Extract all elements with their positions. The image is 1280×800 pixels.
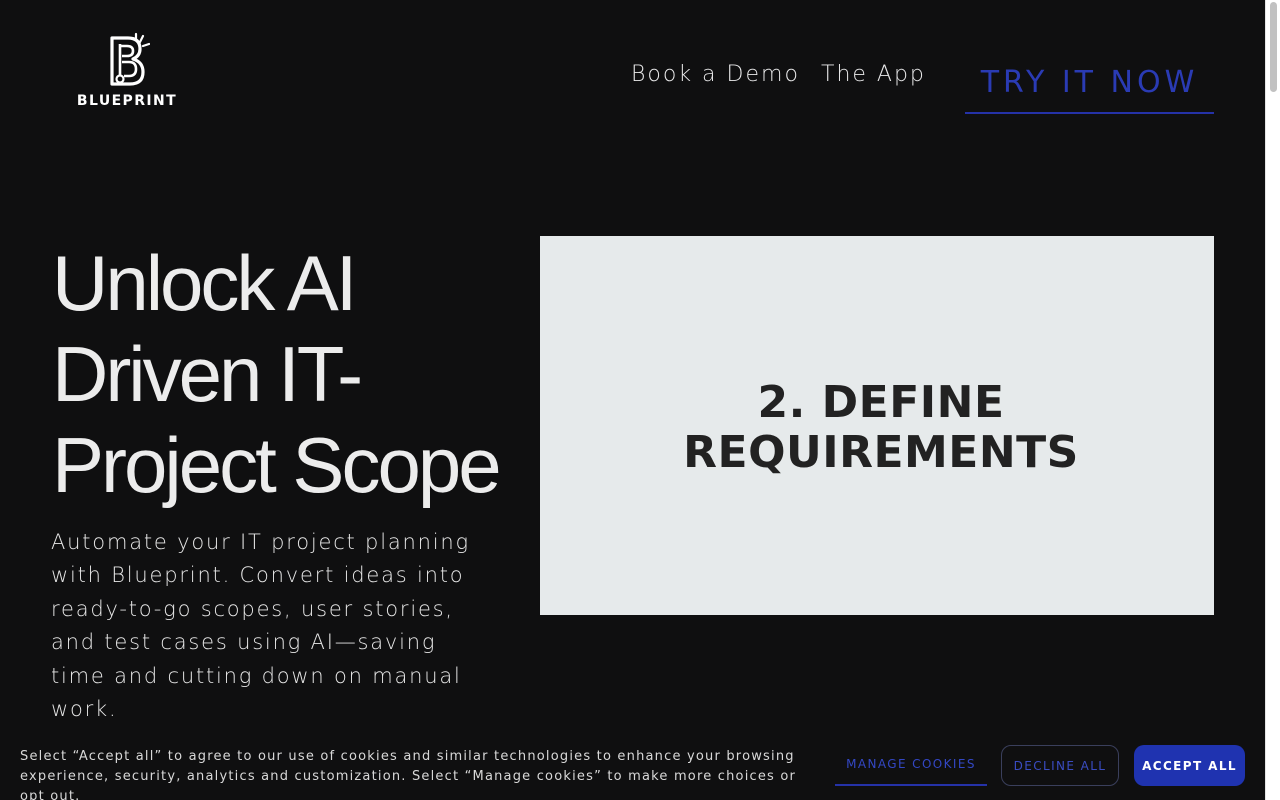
slide-heading-line: 2. DEFINE — [757, 376, 1005, 428]
slide-heading: 2. DEFINE REQUIREMENTS — [683, 376, 1079, 478]
cookie-banner: Select “Accept all” to agree to our use … — [0, 730, 1265, 800]
try-it-now-label: TRY IT NOW — [980, 64, 1199, 100]
cookie-banner-text: Select “Accept all” to agree to our use … — [20, 749, 797, 800]
nav-the-app-link[interactable]: The App — [821, 62, 926, 87]
hero-title-line: Project Scope — [52, 421, 502, 509]
nav-book-demo-link[interactable]: Book a Demo — [631, 62, 800, 87]
decline-all-button[interactable]: DECLINE ALL — [1001, 745, 1119, 786]
blueprint-logo[interactable]: BLUEPRINT — [76, 32, 178, 110]
page: BLUEPRINT Book a Demo The App TRY IT NOW… — [0, 0, 1280, 800]
scrollbar-thumb[interactable] — [1270, 2, 1277, 92]
hero-description: Automate your IT project planning with B… — [51, 530, 470, 722]
page-scrollbar[interactable] — [1265, 0, 1280, 800]
brand-name: BLUEPRINT — [76, 93, 178, 109]
hero-title-line: Unlock AI — [52, 239, 357, 327]
accept-all-button[interactable]: ACCEPT ALL — [1134, 745, 1245, 786]
slide-heading-line: REQUIREMENTS — [683, 426, 1079, 478]
blueprint-b-logo-icon — [110, 32, 150, 86]
hero-title: Unlock AI Driven IT- Project Scope — [52, 238, 542, 511]
hero-title-line: Driven IT- — [52, 330, 363, 418]
try-it-now-button[interactable]: TRY IT NOW — [965, 52, 1214, 114]
feature-slide: 2. DEFINE REQUIREMENTS — [540, 236, 1214, 615]
manage-cookies-button[interactable]: MANAGE COOKIES — [835, 744, 987, 786]
